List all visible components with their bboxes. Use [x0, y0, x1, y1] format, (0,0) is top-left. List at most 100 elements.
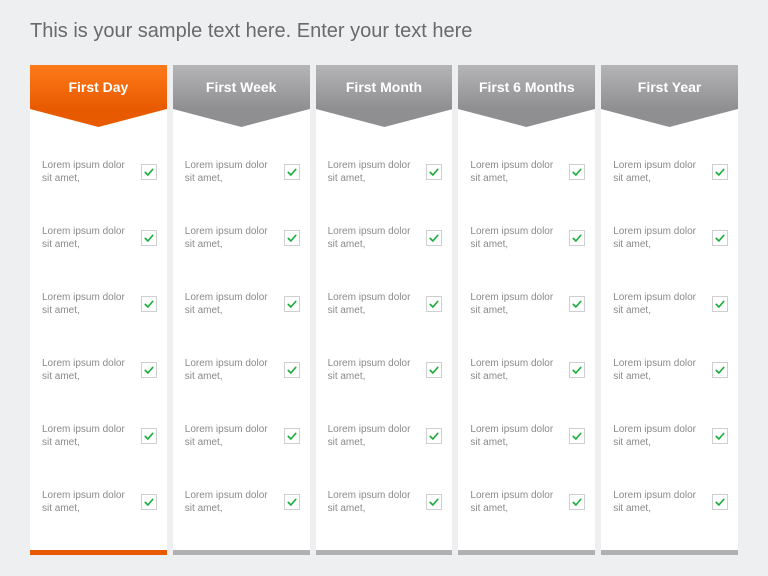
check-icon: [712, 494, 728, 510]
list-item: Lorem ipsum dolor sit amet,: [185, 205, 300, 271]
column-footer-bar: [173, 550, 310, 555]
list-item: Lorem ipsum dolor sit amet,: [613, 337, 728, 403]
list-item-text: Lorem ipsum dolor sit amet,: [328, 291, 427, 318]
column-body: Lorem ipsum dolor sit amet, Lorem ipsum d…: [173, 127, 310, 550]
list-item-text: Lorem ipsum dolor sit amet,: [328, 159, 427, 186]
list-item-text: Lorem ipsum dolor sit amet,: [42, 225, 141, 252]
list-item-text: Lorem ipsum dolor sit amet,: [42, 423, 141, 450]
column-container: First DayLorem ipsum dolor sit amet,Lore…: [30, 65, 738, 555]
check-icon: [141, 362, 157, 378]
list-item: Lorem ipsum dolor sit amet,: [42, 205, 157, 271]
column-footer-bar: [316, 550, 453, 555]
column-header: First Day: [30, 65, 167, 127]
list-item: Lorem ipsum dolor sit amet,: [42, 337, 157, 403]
column-4: First YearLorem ipsum dolor sit amet,Lor…: [601, 65, 738, 555]
list-item: Lorem ipsum dolor sit amet,: [42, 403, 157, 469]
list-item-text: Lorem ipsum dolor sit amet,: [328, 357, 427, 384]
list-item-text: Lorem ipsum dolor sit amet,: [185, 225, 284, 252]
list-item-text: Lorem ipsum dolor sit amet,: [613, 357, 712, 384]
list-item: Lorem ipsum dolor sit amet,: [470, 469, 585, 535]
check-icon: [426, 296, 442, 312]
column-header-label: First Year: [601, 65, 738, 109]
check-icon: [426, 230, 442, 246]
list-item: Lorem ipsum dolor sit amet,: [328, 205, 443, 271]
list-item-text: Lorem ipsum dolor sit amet,: [470, 225, 569, 252]
column-footer-bar: [601, 550, 738, 555]
list-item-text: Lorem ipsum dolor sit amet,: [185, 423, 284, 450]
list-item-text: Lorem ipsum dolor sit amet,: [613, 225, 712, 252]
column-header-label: First 6 Months: [458, 65, 595, 109]
check-icon: [284, 230, 300, 246]
column-body: Lorem ipsum dolor sit amet, Lorem ipsum d…: [458, 127, 595, 550]
check-icon: [284, 494, 300, 510]
check-icon: [712, 428, 728, 444]
check-icon: [569, 230, 585, 246]
list-item: Lorem ipsum dolor sit amet,: [613, 205, 728, 271]
list-item: Lorem ipsum dolor sit amet,: [185, 469, 300, 535]
check-icon: [712, 230, 728, 246]
column-footer-bar: [458, 550, 595, 555]
check-icon: [569, 494, 585, 510]
check-icon: [284, 296, 300, 312]
list-item-text: Lorem ipsum dolor sit amet,: [470, 357, 569, 384]
list-item: Lorem ipsum dolor sit amet,: [613, 271, 728, 337]
list-item: Lorem ipsum dolor sit amet,: [42, 271, 157, 337]
check-icon: [141, 164, 157, 180]
list-item: Lorem ipsum dolor sit amet,: [613, 139, 728, 205]
check-icon: [426, 428, 442, 444]
list-item-text: Lorem ipsum dolor sit amet,: [42, 159, 141, 186]
list-item: Lorem ipsum dolor sit amet,: [470, 139, 585, 205]
check-icon: [712, 362, 728, 378]
column-1: First WeekLorem ipsum dolor sit amet,Lor…: [173, 65, 310, 555]
list-item: Lorem ipsum dolor sit amet,: [613, 403, 728, 469]
list-item-text: Lorem ipsum dolor sit amet,: [185, 357, 284, 384]
list-item: Lorem ipsum dolor sit amet,: [613, 469, 728, 535]
list-item-text: Lorem ipsum dolor sit amet,: [470, 489, 569, 516]
check-icon: [426, 362, 442, 378]
check-icon: [141, 494, 157, 510]
check-icon: [569, 362, 585, 378]
list-item-text: Lorem ipsum dolor sit amet,: [42, 489, 141, 516]
column-body: Lorem ipsum dolor sit amet, Lorem ipsum d…: [30, 127, 167, 550]
check-icon: [141, 428, 157, 444]
check-icon: [426, 494, 442, 510]
list-item: Lorem ipsum dolor sit amet,: [185, 271, 300, 337]
list-item: Lorem ipsum dolor sit amet,: [470, 271, 585, 337]
list-item: Lorem ipsum dolor sit amet,: [328, 403, 443, 469]
check-icon: [569, 164, 585, 180]
list-item: Lorem ipsum dolor sit amet,: [328, 469, 443, 535]
list-item-text: Lorem ipsum dolor sit amet,: [185, 291, 284, 318]
column-header-label: First Week: [173, 65, 310, 109]
list-item-text: Lorem ipsum dolor sit amet,: [328, 423, 427, 450]
column-header-label: First Month: [316, 65, 453, 109]
column-header-label: First Day: [30, 65, 167, 109]
check-icon: [426, 164, 442, 180]
list-item: Lorem ipsum dolor sit amet,: [185, 403, 300, 469]
list-item-text: Lorem ipsum dolor sit amet,: [613, 159, 712, 186]
check-icon: [141, 230, 157, 246]
check-icon: [712, 164, 728, 180]
column-header: First Week: [173, 65, 310, 127]
list-item-text: Lorem ipsum dolor sit amet,: [613, 291, 712, 318]
column-header: First 6 Months: [458, 65, 595, 127]
check-icon: [284, 428, 300, 444]
list-item-text: Lorem ipsum dolor sit amet,: [613, 423, 712, 450]
check-icon: [569, 428, 585, 444]
list-item-text: Lorem ipsum dolor sit amet,: [42, 357, 141, 384]
list-item: Lorem ipsum dolor sit amet,: [470, 403, 585, 469]
column-2: First MonthLorem ipsum dolor sit amet,Lo…: [316, 65, 453, 555]
list-item: Lorem ipsum dolor sit amet,: [42, 139, 157, 205]
list-item: Lorem ipsum dolor sit amet,: [185, 337, 300, 403]
check-icon: [569, 296, 585, 312]
check-icon: [284, 164, 300, 180]
list-item: Lorem ipsum dolor sit amet,: [328, 271, 443, 337]
list-item: Lorem ipsum dolor sit amet,: [470, 337, 585, 403]
list-item-text: Lorem ipsum dolor sit amet,: [42, 291, 141, 318]
column-body: Lorem ipsum dolor sit amet, Lorem ipsum d…: [601, 127, 738, 550]
list-item-text: Lorem ipsum dolor sit amet,: [470, 291, 569, 318]
list-item: Lorem ipsum dolor sit amet,: [328, 139, 443, 205]
check-icon: [284, 362, 300, 378]
page-title: This is your sample text here. Enter you…: [30, 20, 738, 43]
column-body: Lorem ipsum dolor sit amet, Lorem ipsum d…: [316, 127, 453, 550]
column-3: First 6 Months Lorem ipsum dolor sit amet…: [458, 65, 595, 555]
